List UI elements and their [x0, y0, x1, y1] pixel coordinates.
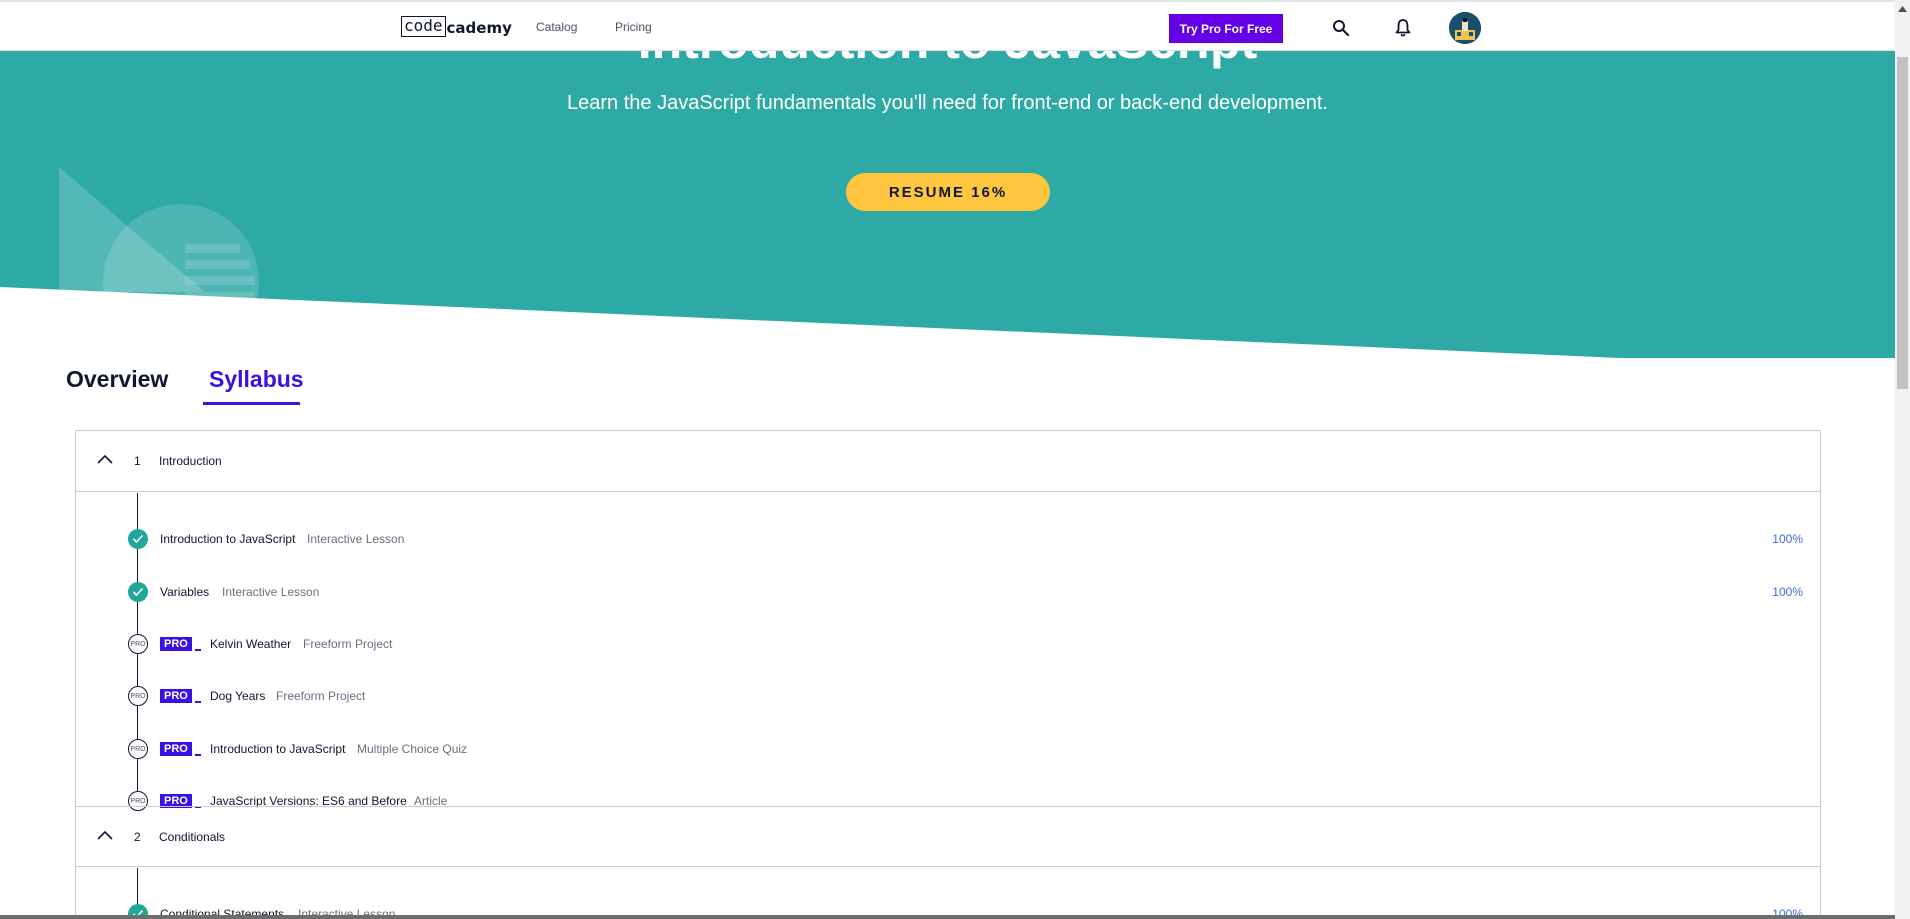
pro-lock-icon: PRO	[128, 634, 148, 654]
module-title: Conditionals	[159, 830, 226, 844]
nav-pricing-link[interactable]: Pricing	[615, 20, 652, 34]
check-icon	[128, 582, 148, 602]
lesson-title: Introduction to JavaScript	[210, 742, 346, 756]
tab-syllabus[interactable]: Syllabus	[209, 366, 304, 393]
hero-banner: Introduction to JavaScript Learn the Jav…	[0, 0, 1895, 365]
pro-badge-underscore	[194, 649, 201, 651]
lesson-type: Interactive Lesson	[222, 585, 320, 599]
lesson-row[interactable]: PRO PRO Dog Years Freeform Project	[76, 676, 1820, 716]
lesson-progress: 100%	[1772, 585, 1803, 599]
scroll-up-arrow-icon[interactable]	[1895, 0, 1910, 17]
bell-icon[interactable]	[1394, 18, 1412, 37]
lesson-progress: 100%	[1772, 532, 1803, 546]
pro-badge-underscore	[194, 754, 201, 756]
lesson-row[interactable]: PRO PRO Kelvin Weather Freeform Project	[76, 624, 1820, 664]
module-header[interactable]: 2 Conditionals	[76, 806, 1820, 867]
page: Introduction to JavaScript Learn the Jav…	[0, 0, 1910, 919]
pro-badge-label: PRO	[160, 742, 192, 756]
lesson-row[interactable]: Variables Interactive Lesson 100%	[76, 572, 1820, 612]
pro-lock-icon: PRO	[128, 739, 148, 759]
lesson-title: Variables	[160, 585, 210, 599]
scrollbar-thumb[interactable]	[1897, 57, 1908, 389]
try-pro-button[interactable]: Try Pro For Free	[1169, 14, 1283, 43]
window-bottom-edge	[0, 915, 1895, 919]
user-avatar[interactable]	[1449, 12, 1481, 44]
vertical-scrollbar[interactable]	[1895, 0, 1910, 919]
course-description: Learn the JavaScript fundamentals you'll…	[567, 92, 1328, 114]
chevron-up-icon[interactable]	[96, 829, 114, 841]
codecademy-logo[interactable]: code cademy	[401, 15, 512, 37]
chevron-up-icon[interactable]	[96, 453, 114, 465]
module-number: 1	[134, 454, 141, 468]
pro-badge: PRO	[160, 635, 201, 651]
pro-badge-label: PRO	[160, 637, 192, 651]
module-title: Introduction	[159, 454, 222, 468]
pro-badge-label: PRO	[160, 689, 192, 703]
pro-badge-underscore	[194, 701, 201, 703]
lesson-row[interactable]: PRO PRO Introduction to JavaScript Multi…	[76, 729, 1820, 769]
search-icon[interactable]	[1332, 19, 1350, 37]
check-icon	[128, 529, 148, 549]
logo-code-text: code	[401, 16, 446, 37]
lesson-type: Freeform Project	[303, 637, 393, 651]
lesson-title: Introduction to JavaScript	[160, 532, 296, 546]
nav-catalog-link[interactable]: Catalog	[536, 20, 577, 34]
module-header[interactable]: 1 Introduction	[76, 431, 1820, 492]
syllabus-list: 1 Introduction Introduction to JavaScrip…	[75, 430, 1821, 919]
lesson-type: Multiple Choice Quiz	[357, 742, 468, 756]
top-navbar: code cademy Catalog Pricing Try Pro For …	[0, 0, 1895, 51]
module-number: 2	[134, 830, 141, 844]
pro-lock-icon: PRO	[128, 686, 148, 706]
lesson-title: Kelvin Weather	[210, 637, 292, 651]
lesson-title: Dog Years	[210, 689, 266, 703]
active-tab-indicator	[203, 402, 300, 405]
pro-badge: PRO	[160, 740, 201, 756]
resume-button[interactable]: RESUME 16%	[846, 173, 1050, 211]
tab-overview[interactable]: Overview	[66, 366, 168, 393]
lesson-type: Freeform Project	[276, 689, 366, 703]
lesson-row[interactable]: Introduction to JavaScript Interactive L…	[76, 519, 1820, 559]
logo-cademy-text: cademy	[446, 19, 512, 37]
pro-badge: PRO	[160, 687, 201, 703]
lesson-type: Interactive Lesson	[307, 532, 405, 546]
